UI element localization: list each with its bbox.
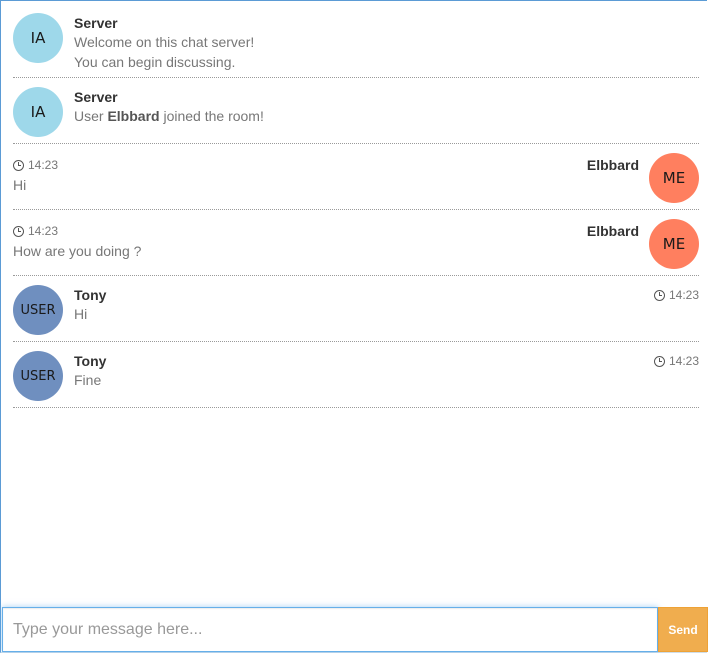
sender-name: Elbbard: [586, 223, 639, 239]
avatar: USER: [13, 285, 63, 335]
timestamp: 14:23: [13, 224, 58, 238]
composer: Send: [2, 607, 708, 652]
avatar: IA: [13, 13, 63, 63]
avatar: ME: [649, 153, 699, 203]
clock-icon: [653, 289, 665, 301]
chat-panel: IA Server Welcome on this chat server! Y…: [0, 0, 707, 653]
clock-icon: [653, 355, 665, 367]
sender-name: Elbbard: [586, 157, 639, 173]
message-input[interactable]: [2, 607, 658, 652]
message-text: You can begin discussing.: [74, 54, 236, 70]
message-item: USER Tony Hi 14:23: [13, 276, 699, 342]
message-item: 14:23 Hi Elbbard ME: [13, 144, 699, 210]
message-text: Hi: [13, 177, 27, 193]
message-text: How are you doing ?: [13, 243, 142, 259]
message-text: User Elbbard joined the room!: [74, 108, 264, 124]
message-text: Hi: [74, 306, 88, 322]
username-highlight: Elbbard: [107, 108, 160, 124]
message-item: IA Server Welcome on this chat server! Y…: [13, 4, 699, 78]
timestamp: 14:23: [653, 288, 699, 302]
sender-name: Server: [74, 15, 118, 31]
message-text: Fine: [74, 372, 102, 388]
message-item: IA Server User Elbbard joined the room!: [13, 78, 699, 144]
clock-icon: [13, 225, 24, 237]
sender-name: Server: [74, 89, 118, 105]
avatar: IA: [13, 87, 63, 137]
sender-name: Tony: [74, 353, 107, 369]
message-list: IA Server Welcome on this chat server! Y…: [13, 4, 699, 408]
timestamp: 14:23: [653, 354, 699, 368]
message-item: 14:23 How are you doing ? Elbbard ME: [13, 210, 699, 276]
message-text: Welcome on this chat server!: [74, 34, 255, 50]
send-button[interactable]: Send: [658, 607, 708, 652]
avatar: USER: [13, 351, 63, 401]
avatar: ME: [649, 219, 699, 269]
sender-name: Tony: [74, 287, 107, 303]
message-item: USER Tony Fine 14:23: [13, 342, 699, 408]
clock-icon: [13, 159, 24, 171]
timestamp: 14:23: [13, 158, 58, 172]
